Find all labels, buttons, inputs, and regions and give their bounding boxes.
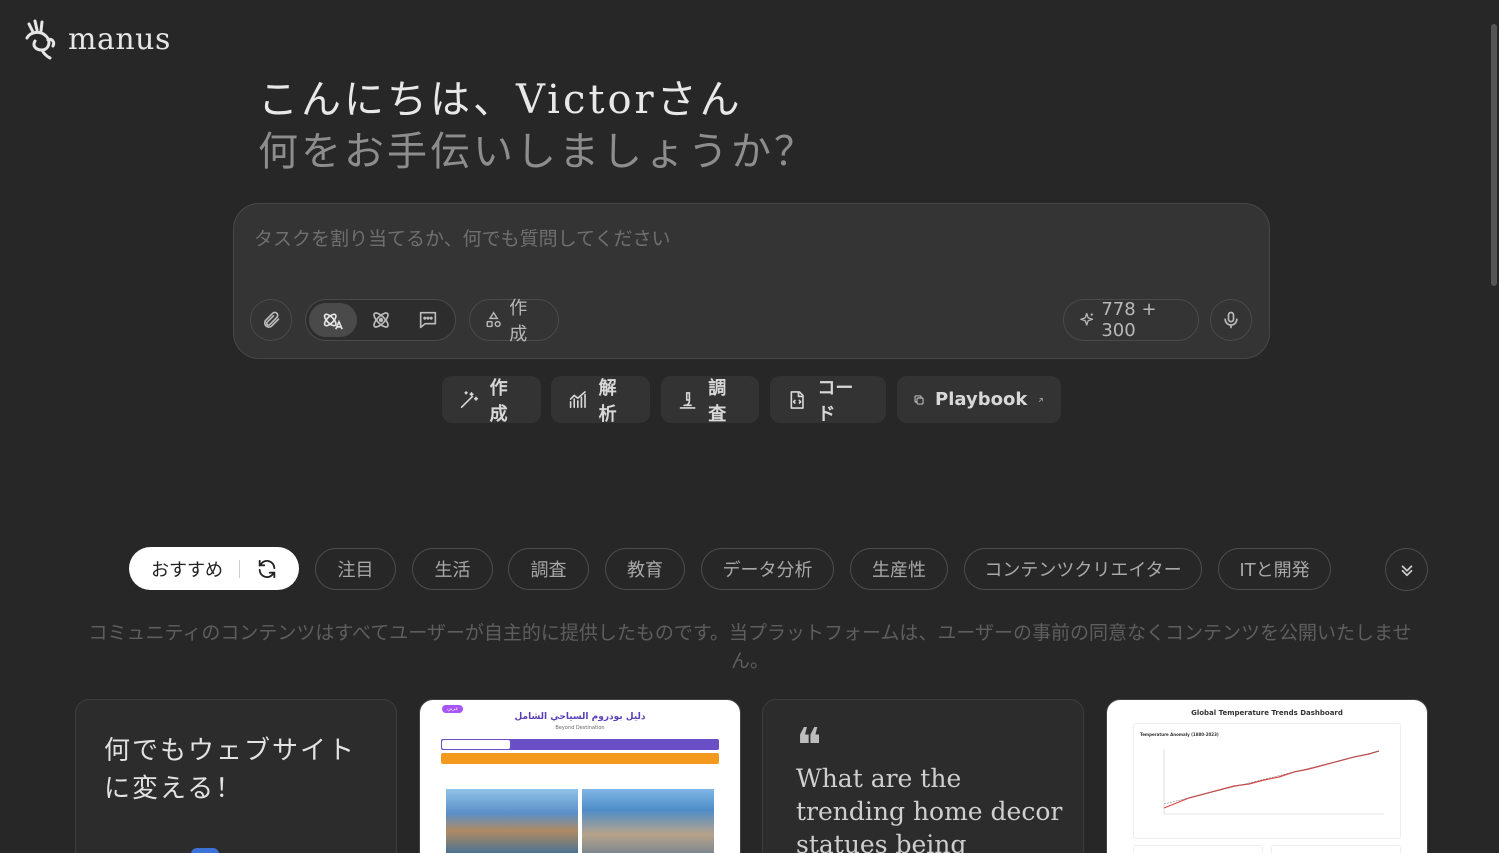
category-education[interactable]: 教育 [605, 548, 685, 590]
sparkle-icon [1080, 312, 1094, 326]
preview-nav-active-tab [442, 740, 510, 749]
category-recommended-label: おすすめ [151, 559, 223, 581]
quick-research-label: 調査 [708, 377, 727, 425]
category-research[interactable]: 調査 [508, 548, 589, 590]
dashboard-panel [1133, 845, 1263, 853]
attach-button[interactable] [250, 299, 292, 341]
preview-image-castle [446, 789, 578, 853]
microscope-icon [679, 391, 696, 409]
category-label: 生産性 [872, 560, 926, 581]
credits-button[interactable]: 778 + 300 [1063, 299, 1199, 341]
quote-icon: ❝ [796, 718, 822, 774]
shapes-icon [486, 311, 501, 328]
quick-research-button[interactable]: 調査 [661, 376, 759, 425]
preview-title: دليل بودروم السياحي الشامل [514, 712, 646, 722]
quick-playbook-button[interactable]: Playbook [897, 376, 1061, 423]
create-label: 作成 [509, 298, 528, 345]
temperature-line-chart [1163, 749, 1384, 815]
preview-nav [441, 739, 719, 750]
category-label: 注目 [337, 560, 374, 581]
quick-playbook-label: Playbook [935, 389, 1028, 410]
category-label: 生活 [434, 560, 471, 581]
expand-categories-button[interactable] [1385, 548, 1428, 591]
preview-image-harbor [582, 789, 714, 853]
chart-icon [569, 390, 586, 408]
atom-translate-icon [323, 313, 343, 330]
dashboard-title: Global Temperature Trends Dashboard [1191, 709, 1343, 717]
microphone-icon [1224, 311, 1238, 329]
showcase-card-website[interactable]: 何でもウェブサイトに変える！ [75, 699, 397, 853]
dashboard-chart-panel: Temperature Anomaly (1880-2023) [1133, 723, 1401, 839]
card-title: 何でもウェブサイトに変える！ [104, 736, 357, 804]
manus-hand-icon [25, 19, 56, 60]
category-label: 教育 [627, 560, 663, 581]
dashboard-panel [1271, 845, 1401, 853]
quick-analyze-button[interactable]: 解析 [551, 376, 650, 425]
logo-text: manus [68, 22, 171, 57]
manus-logo[interactable]: manus [22, 18, 171, 62]
category-label: ITと開発 [1239, 560, 1310, 581]
task-input[interactable] [254, 224, 1244, 284]
mode-atom[interactable] [357, 303, 405, 337]
refresh-icon[interactable] [256, 558, 278, 580]
magic-wand-icon [460, 390, 479, 408]
paperclip-icon [263, 311, 280, 328]
category-productivity[interactable]: 生産性 [850, 548, 948, 590]
task-composer: 作成 778 + 300 [233, 203, 1270, 359]
separator [239, 559, 240, 578]
category-label: コンテンツクリエイター [984, 560, 1182, 581]
voice-button[interactable] [1210, 299, 1252, 341]
category-featured[interactable]: 注目 [315, 548, 396, 590]
quick-code-label: コード [817, 377, 854, 425]
greeting-line-1: こんにちは、Victorさん [258, 77, 743, 123]
preview-bar [441, 753, 719, 764]
category-label: データ分析 [722, 560, 813, 581]
showcase-card-decor[interactable]: ❝ What are the trending home decor statu… [762, 699, 1084, 853]
external-arrow-icon [1039, 397, 1044, 402]
category-life[interactable]: 生活 [412, 548, 493, 590]
chevron-double-down-icon [1401, 564, 1412, 576]
create-button[interactable]: 作成 [469, 298, 559, 345]
category-data-analysis[interactable]: データ分析 [701, 548, 834, 590]
category-label: 調査 [530, 560, 567, 581]
preview-subtitle: Beyond Destination [555, 725, 605, 731]
credits-label: 778 + 300 [1101, 299, 1157, 341]
mode-agent[interactable] [309, 303, 357, 337]
showcase-card-bodrum[interactable]: عربي دليل بودروم السياحي الشامل Beyond D… [419, 699, 741, 853]
copy-icon [914, 395, 924, 404]
quick-analyze-label: 解析 [598, 377, 617, 425]
greeting-line-2: 何をお手伝いしましょうか？ [258, 129, 817, 175]
category-content-creator[interactable]: コンテンツクリエイター [964, 548, 1202, 590]
greeting: こんにちは、Victorさん 何をお手伝いしましょうか？ [258, 74, 817, 178]
quick-create-label: 作成 [489, 377, 508, 425]
quick-create-button[interactable]: 作成 [442, 376, 541, 425]
category-recommended[interactable]: おすすめ [129, 547, 299, 590]
atom-icon [372, 312, 389, 328]
quick-code-button[interactable]: コード [770, 376, 886, 425]
card-graphic [191, 848, 219, 853]
mode-chat[interactable] [404, 303, 452, 337]
quote-text: What are the trending home decor statues… [796, 764, 1063, 853]
mode-switcher [305, 299, 456, 341]
page-scrollbar[interactable] [1491, 24, 1497, 286]
chat-icon [420, 311, 437, 329]
community-disclaimer: コミュニティのコンテンツはすべてユーザーが自主的に提供したものです。当プラットフ… [88, 622, 1412, 672]
showcase-card-temperature[interactable]: Global Temperature Trends Dashboard Temp… [1106, 699, 1428, 853]
code-file-icon [790, 390, 804, 409]
category-it-dev[interactable]: ITと開発 [1218, 548, 1331, 590]
